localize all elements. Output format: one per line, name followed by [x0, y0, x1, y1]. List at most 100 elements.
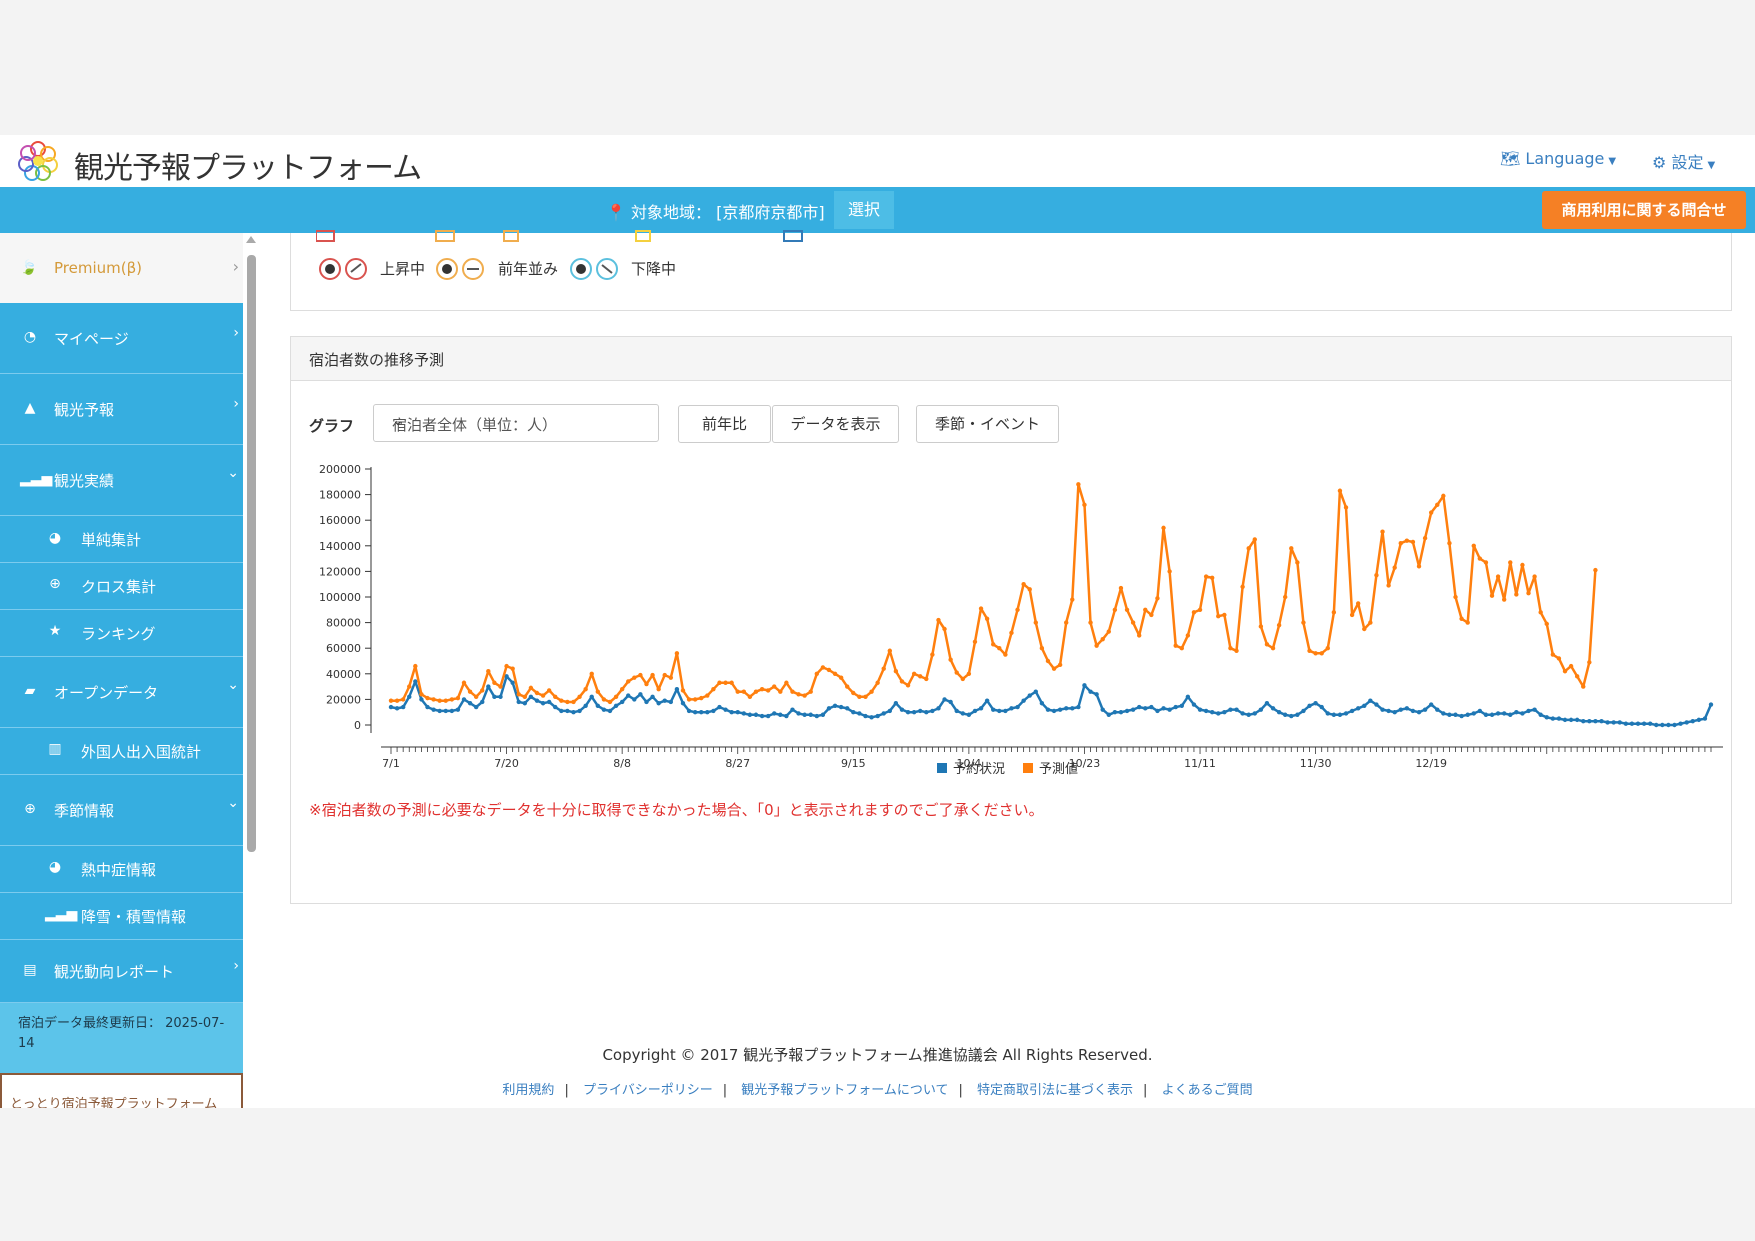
data-point	[1203, 574, 1209, 579]
data-point	[1532, 707, 1537, 712]
data-point	[1179, 703, 1184, 708]
sidebar-item-open-data[interactable]: ▰ オープンデータ ⌄	[0, 657, 243, 728]
data-point	[1039, 646, 1045, 651]
data-point	[534, 698, 540, 703]
sidebar-item-results[interactable]: ▂▃▅ 観光実績 ⌄	[0, 445, 243, 516]
data-point	[498, 694, 503, 700]
data-point	[1112, 607, 1118, 612]
search-plus-icon: ⊕	[49, 576, 61, 592]
footer-link-terms[interactable]: 利用規約	[502, 1083, 554, 1098]
sidebar-item-trend-report[interactable]: ▤ 観光動向レポート ›	[0, 940, 243, 1003]
data-point	[1246, 546, 1251, 551]
data-point	[978, 606, 984, 611]
data-point	[1623, 721, 1629, 726]
data-point	[1295, 712, 1300, 717]
data-point	[1045, 707, 1051, 712]
data-point	[1550, 652, 1556, 657]
data-point	[1149, 612, 1154, 618]
graph-type-select[interactable]: 宿泊者全体（単位：人） ⌄	[373, 404, 659, 442]
sidebar-item-mypage[interactable]: ◔ マイページ ›	[0, 303, 243, 374]
data-point	[1343, 505, 1349, 510]
data-point	[1276, 710, 1282, 715]
sidebar-item-season-info[interactable]: ⊕ 季節情報 ⌄	[0, 775, 243, 846]
data-point	[1593, 718, 1598, 724]
data-point	[1276, 622, 1282, 628]
data-point	[1696, 717, 1702, 723]
data-point	[662, 672, 667, 678]
data-point	[1143, 706, 1148, 711]
data-point	[1520, 711, 1525, 716]
footer-link-privacy[interactable]: プライバシーポリシー	[583, 1083, 713, 1098]
yoy-button[interactable]: 前年比	[678, 405, 771, 443]
data-point	[1100, 707, 1105, 712]
data-point	[1660, 722, 1665, 728]
footer-link-about[interactable]: 観光予報プラットフォームについて	[741, 1083, 948, 1098]
legend-falling-label: 下降中	[631, 260, 677, 278]
sidebar-item-ranking[interactable]: ★ ランキング	[0, 610, 243, 657]
language-menu[interactable]: 🗺 Language ▼	[1500, 149, 1616, 168]
data-point	[1289, 713, 1294, 719]
data-point	[1070, 597, 1075, 602]
data-point	[869, 689, 874, 694]
data-point	[449, 708, 455, 714]
data-point	[765, 713, 771, 719]
sidebar-item-heatstroke[interactable]: ◕ 熱中症情報	[0, 846, 243, 893]
data-point	[692, 697, 698, 702]
data-point	[991, 642, 996, 647]
data-point	[644, 699, 649, 705]
data-point	[1459, 713, 1464, 719]
footer-link-faq[interactable]: よくあるご質問	[1162, 1083, 1253, 1098]
season-event-button[interactable]: 季節・イベント	[916, 405, 1059, 443]
data-point	[1197, 707, 1203, 712]
data-point	[1428, 702, 1434, 707]
business-inquiry-button[interactable]: 商用利用に関する問合せ	[1542, 191, 1746, 229]
data-point	[619, 686, 625, 692]
data-point	[1587, 660, 1592, 665]
data-point	[1203, 708, 1209, 714]
data-point	[1301, 620, 1306, 625]
gears-icon: ⚙	[1652, 153, 1667, 172]
footer-link-commercial-law[interactable]: 特定商取引法に基づく表示	[977, 1083, 1133, 1098]
data-point	[942, 626, 947, 632]
scroll-up-arrow-icon[interactable]	[246, 236, 256, 243]
data-point	[826, 667, 832, 673]
data-point	[1088, 620, 1093, 625]
site-logo-text[interactable]: 観光予報プラットフォーム	[74, 143, 422, 187]
data-point	[747, 694, 753, 700]
data-point	[1416, 564, 1422, 569]
data-point	[534, 690, 540, 696]
sidebar-item-forecast[interactable]: ▲ 観光予報 ›	[0, 374, 243, 445]
settings-menu[interactable]: ⚙ 設定 ▼	[1652, 149, 1715, 173]
region-select-button[interactable]: 選択	[834, 191, 894, 229]
sidebar: 🍃 Premium(β) › ◔ マイページ › ▲ 観光予報 › ▂▃▅ 観光…	[0, 233, 243, 1108]
data-point	[699, 695, 704, 701]
leaf-icon: 🍃	[20, 260, 38, 276]
region-bar: 📍 対象地域： [京都府京都市] 選択 商用利用に関する問合せ	[0, 187, 1755, 233]
data-point	[1428, 510, 1434, 515]
chevron-right-icon: ›	[232, 257, 239, 276]
data-point	[814, 713, 820, 719]
data-point	[930, 708, 935, 714]
show-data-button[interactable]: データを表示	[772, 405, 899, 443]
data-point	[1331, 712, 1337, 717]
data-point	[619, 699, 625, 705]
data-point	[1009, 630, 1014, 636]
data-point	[1130, 707, 1136, 712]
legend-swatch	[1023, 763, 1033, 773]
data-point	[741, 689, 747, 694]
sidebar-item-foreign-visitors[interactable]: ▥ 外国人出入国統計	[0, 728, 243, 775]
x-tick-label: 7/1	[382, 757, 400, 770]
chevron-down-icon: ⌄	[227, 795, 239, 811]
data-point	[437, 698, 442, 703]
sidebar-item-premium[interactable]: 🍃 Premium(β) ›	[0, 233, 243, 303]
data-point	[1191, 610, 1197, 615]
sidebar-item-snowfall[interactable]: ▂▃▅ 降雪・積雪情報	[0, 893, 243, 940]
data-point	[1137, 633, 1142, 638]
data-point	[1349, 612, 1355, 618]
data-point	[1167, 707, 1172, 712]
sidebar-scroll-thumb[interactable]	[247, 255, 256, 852]
sidebar-item-simple-tally[interactable]: ◕ 単純集計	[0, 516, 243, 563]
sidebar-item-cross-tally[interactable]: ⊕ クロス集計	[0, 563, 243, 610]
data-point	[1319, 651, 1324, 656]
data-point	[419, 692, 424, 697]
